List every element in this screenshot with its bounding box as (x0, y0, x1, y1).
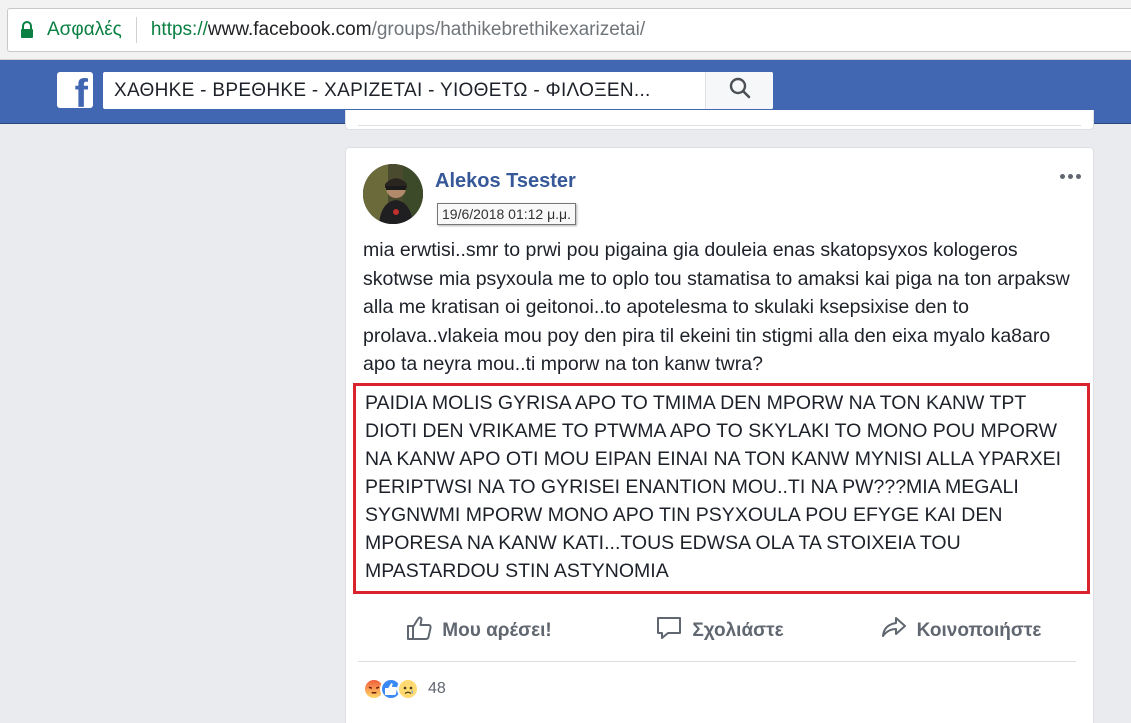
search-bar[interactable]: ΧΑΘΗΚΕ - ΒΡΕΘΗΚΕ - ΧΑΡΙΖΕΤΑΙ - ΥΙΟΘΕΤΩ -… (103, 72, 773, 109)
url-separator (135, 17, 137, 43)
thumbs-up-icon (405, 614, 433, 648)
comment-label: Σχολιάστε (692, 620, 784, 641)
url-protocol: https:// (150, 19, 208, 40)
comment-button[interactable]: Σχολιάστε (599, 610, 840, 652)
post-card: Alekos Tsester 19/6/2018 01:12 μ.μ. mia … (345, 147, 1094, 723)
post-actions-bar: Μου αρέσει! Σχολιάστε Κοινοποιήστε (358, 610, 1081, 652)
reactions-summary[interactable]: 48 (363, 678, 446, 700)
facebook-logo-letter: f (74, 72, 88, 108)
url-path: /groups/hathikebrethikexarizetai/ (371, 19, 646, 40)
post-timestamp-tooltip: 19/6/2018 01:12 μ.μ. (437, 203, 577, 225)
post-author[interactable]: Alekos Tsester (435, 170, 576, 193)
search-button[interactable] (705, 72, 773, 109)
post-body-text: mia erwtisi..smr to prwi pou pigaina gia… (363, 239, 1070, 375)
reaction-count[interactable]: 48 (428, 680, 446, 698)
like-button[interactable]: Μου αρέσει! (358, 610, 599, 652)
sad-icon (397, 678, 419, 700)
previous-post-card (345, 110, 1094, 130)
url-host: www.facebook.com (207, 19, 372, 40)
share-button[interactable]: Κοινοποιήστε (840, 610, 1081, 652)
magnifier-icon (729, 77, 751, 104)
search-input[interactable]: ΧΑΘΗΚΕ - ΒΡΕΘΗΚΕ - ΧΑΡΙΖΕΤΑΙ - ΥΙΟΘΕΤΩ -… (103, 80, 705, 102)
share-label: Κοινοποιήστε (916, 620, 1042, 641)
more-options-icon[interactable] (1060, 174, 1081, 179)
url-field[interactable]: Ασφαλές https://www.facebook.com/groups/… (7, 8, 1131, 52)
comment-icon (655, 614, 683, 648)
divider (358, 661, 1076, 662)
share-icon (880, 614, 908, 648)
lock-icon (20, 21, 34, 39)
browser-address-bar: Ασφαλές https://www.facebook.com/groups/… (0, 0, 1131, 60)
avatar[interactable] (363, 164, 423, 224)
highlighted-update-box: PAIDIA MOLIS GYRISA APO TO TMIMA DEN MPO… (353, 383, 1090, 594)
url-text[interactable]: https://www.facebook.com/groups/hathikeb… (151, 19, 645, 41)
secure-label[interactable]: Ασφαλές (47, 19, 122, 41)
divider (358, 125, 1081, 126)
update-text: PAIDIA MOLIS GYRISA APO TO TMIMA DEN MPO… (365, 392, 1062, 582)
facebook-logo-icon[interactable]: f (57, 72, 93, 108)
like-label: Μου αρέσει! (442, 620, 552, 641)
